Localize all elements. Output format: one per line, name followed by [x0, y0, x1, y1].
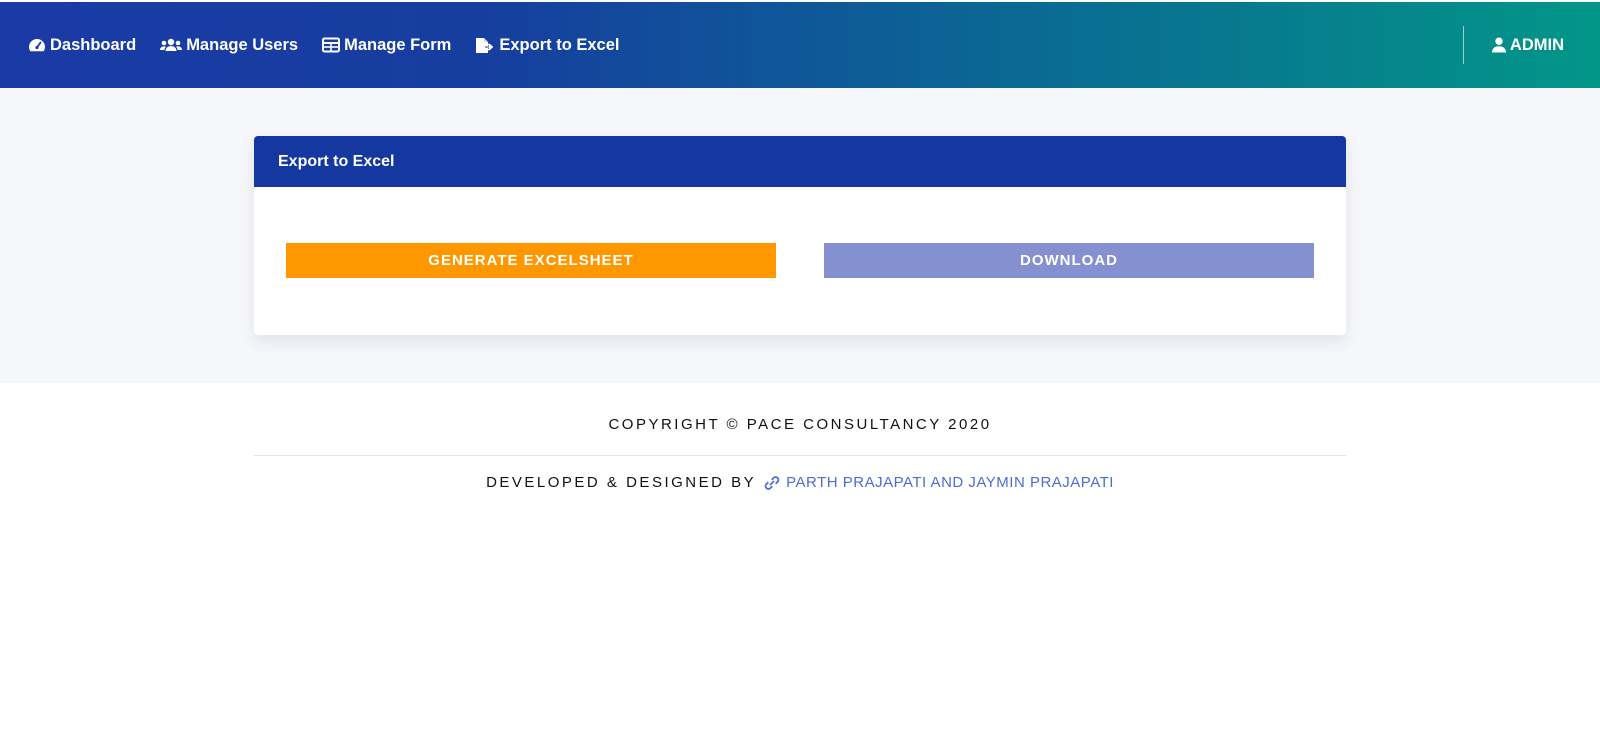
nav-item-manage-users[interactable]: Manage Users	[160, 36, 298, 55]
admin-user-menu[interactable]: ADMIN	[1491, 35, 1564, 55]
admin-label: ADMIN	[1509, 35, 1564, 54]
nav-item-label: Manage Users	[186, 35, 299, 54]
card-title: Export to Excel	[254, 136, 1346, 187]
developed-by-label: DEVELOPED & DESIGNED BY	[486, 474, 757, 491]
nav-user-area: ADMIN	[1462, 2, 1600, 88]
developers-link[interactable]: PARTH PRAJAPATI AND JAYMIN PRAJAPATI	[764, 474, 1114, 491]
tachometer-icon	[29, 39, 45, 52]
footer-divider	[254, 455, 1346, 456]
nav-item-dashboard[interactable]: Dashboard	[28, 36, 136, 55]
nav-item-export-excel[interactable]: Export to Excel	[475, 36, 619, 55]
developers-names: PARTH PRAJAPATI AND JAYMIN PRAJAPATI	[786, 474, 1114, 491]
file-export-icon	[476, 37, 494, 53]
nav-divider	[1462, 26, 1464, 64]
table-icon	[322, 37, 341, 53]
top-navbar: Dashboard Manage Users Manage Form Expor…	[0, 2, 1600, 88]
download-button[interactable]: DOWNLOAD	[824, 243, 1314, 278]
nav-menu: Dashboard Manage Users Manage Form Expor…	[0, 2, 643, 88]
developer-credit: DEVELOPED & DESIGNED BY PARTH PRAJAPATI …	[0, 474, 1600, 491]
nav-item-manage-form[interactable]: Manage Form	[322, 36, 451, 55]
users-icon	[160, 38, 183, 51]
nav-item-label: Dashboard	[50, 35, 137, 54]
copyright-text: COPYRIGHT © PACE CONSULTANCY 2020	[608, 416, 992, 433]
nav-item-label: Manage Form	[344, 35, 452, 54]
link-icon	[764, 475, 780, 490]
user-icon	[1491, 37, 1506, 53]
generate-excelsheet-button[interactable]: GENERATE EXCELSHEET	[286, 243, 776, 278]
export-card: Export to Excel GENERATE EXCELSHEET DOWN…	[254, 136, 1346, 335]
nav-item-label: Export to Excel	[499, 35, 620, 54]
